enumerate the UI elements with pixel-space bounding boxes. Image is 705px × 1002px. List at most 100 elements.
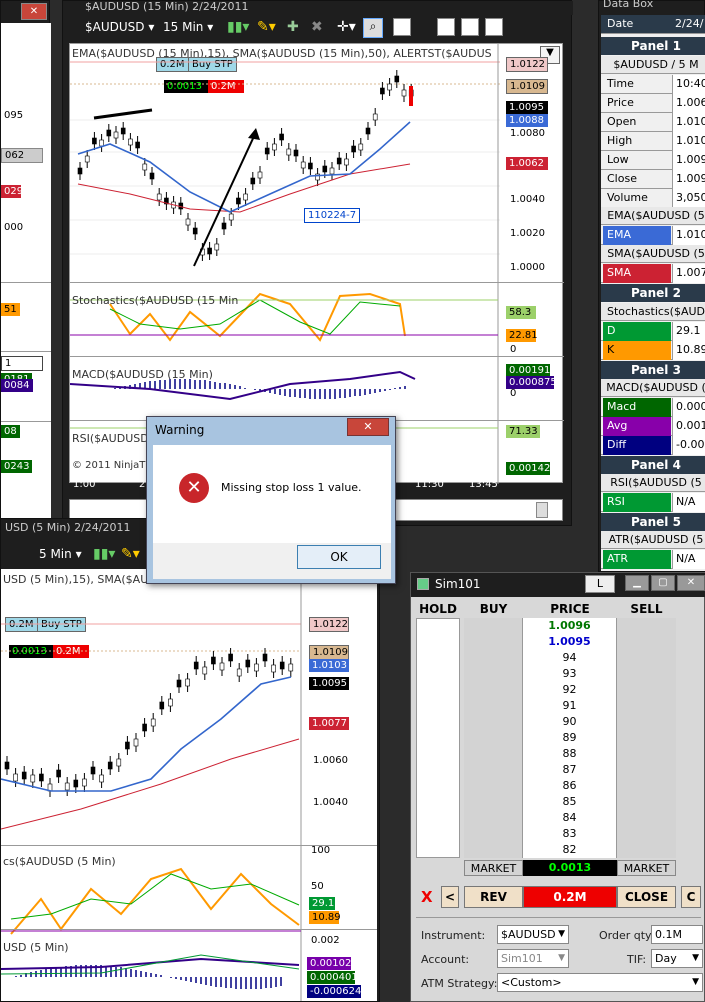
buy-cell[interactable]	[464, 618, 523, 634]
buy-cell[interactable]	[464, 634, 523, 650]
reverse-button[interactable]: REV	[464, 886, 523, 908]
tab-l-button[interactable]: L	[585, 575, 615, 593]
close-button[interactable]: CLOSE	[617, 886, 676, 908]
ok-button[interactable]: OK	[297, 545, 381, 569]
buy-cell[interactable]	[464, 666, 523, 682]
price-cell[interactable]: 92	[523, 682, 617, 698]
sell-cell[interactable]	[617, 666, 676, 682]
buy-cell[interactable]	[464, 650, 523, 666]
price-cell[interactable]: 87	[523, 762, 617, 778]
sell-cell[interactable]	[617, 634, 676, 650]
close-icon[interactable]: ✕	[21, 3, 47, 20]
buy-cell[interactable]	[464, 698, 523, 714]
macd-diff-tag: -0.000624	[307, 985, 361, 998]
sell-cell[interactable]	[617, 842, 676, 858]
price-cell[interactable]: 82	[523, 842, 617, 858]
data-series-icon[interactable]	[461, 18, 479, 36]
sell-cell[interactable]	[617, 762, 676, 778]
drawing-annotation[interactable]: 110224-7	[304, 208, 361, 223]
candle-body	[219, 662, 225, 671]
maximize-icon[interactable]: ▢	[651, 575, 675, 591]
sell-cell[interactable]	[617, 826, 676, 842]
tif-select[interactable]: Day ▼	[651, 949, 703, 968]
ladder-row: 83	[464, 826, 676, 842]
price-cell[interactable]: 90	[523, 714, 617, 730]
stoch-title: cs($AUDUSD (5 Min)	[3, 855, 116, 868]
crosshair-icon[interactable]: ✛▾	[337, 19, 356, 35]
scroll-thumb[interactable]	[536, 502, 548, 518]
price-cell[interactable]: 83	[523, 826, 617, 842]
d-row: D 29.1	[601, 322, 705, 341]
price-cell[interactable]: 84	[523, 810, 617, 826]
chevron-down-icon: ▼	[692, 977, 699, 987]
price-axis-tick: 1.0060	[313, 755, 348, 766]
price-cell[interactable]: 1.0095	[523, 634, 617, 650]
dialog-body: ✕ Missing stop loss 1 value.	[153, 445, 391, 543]
buy-cell[interactable]	[464, 826, 523, 842]
sell-cell[interactable]	[617, 714, 676, 730]
buy-cell[interactable]	[464, 746, 523, 762]
buy-cell[interactable]	[464, 842, 523, 858]
bar-type-icon[interactable]: ▮▮▾	[93, 546, 115, 562]
panel-divider	[1, 929, 377, 930]
dialog-close-button[interactable]: ✕	[347, 418, 389, 436]
price-cell[interactable]: 1.0096	[523, 618, 617, 634]
sell-cell[interactable]	[617, 778, 676, 794]
add-indicator-icon[interactable]: ✚	[287, 19, 299, 35]
chart-style-icon[interactable]	[437, 18, 455, 36]
close-icon[interactable]: ✕	[677, 575, 705, 591]
remove-icon[interactable]: ✖	[311, 19, 323, 35]
scroll-left-button[interactable]: <	[441, 886, 459, 908]
zoom-icon[interactable]: ⌕	[363, 18, 383, 38]
price-cell[interactable]: 91	[523, 698, 617, 714]
minimize-icon[interactable]: ▁	[625, 575, 649, 591]
atr-row: ATR N/A	[601, 550, 705, 569]
price-cell[interactable]: 88	[523, 746, 617, 762]
price-tag-sma: 1.0062	[506, 157, 548, 170]
sell-cell[interactable]	[617, 794, 676, 810]
data-value: 1.010	[672, 132, 705, 151]
pencil-icon[interactable]: ✎▾	[121, 546, 140, 562]
price-cell[interactable]: 94	[523, 650, 617, 666]
buy-market-button[interactable]: MARKET	[464, 860, 523, 876]
candle-body	[380, 87, 385, 95]
candle-body	[272, 143, 277, 151]
sell-market-button[interactable]: MARKET	[617, 860, 676, 876]
properties-icon[interactable]	[393, 18, 411, 36]
price-cell[interactable]: 86	[523, 778, 617, 794]
buy-cell[interactable]	[464, 778, 523, 794]
price-cell[interactable]: 93	[523, 666, 617, 682]
sell-cell[interactable]	[617, 618, 676, 634]
candle-body	[4, 761, 10, 770]
sell-cell[interactable]	[617, 650, 676, 666]
sell-cell[interactable]	[617, 698, 676, 714]
sell-cell[interactable]	[617, 746, 676, 762]
sell-cell[interactable]	[617, 810, 676, 826]
close-position-x-icon[interactable]: X	[421, 888, 433, 906]
instrument-selector[interactable]: $AUDUSD ▾	[85, 20, 154, 34]
pencil-icon[interactable]: ✎▾	[257, 19, 276, 35]
candle-body	[133, 738, 139, 747]
price-cell[interactable]: 89	[523, 730, 617, 746]
instrument-select[interactable]: $AUDUSD ▼	[497, 925, 569, 944]
price-cell[interactable]: 85	[523, 794, 617, 810]
account-select[interactable]: Sim101 ▼	[497, 949, 569, 968]
interval-selector[interactable]: 5 Min ▾	[39, 547, 82, 561]
buy-cell[interactable]	[464, 682, 523, 698]
order-qty-input[interactable]: 0.1M	[651, 925, 703, 944]
price-axis-tick: 1.0040	[510, 194, 545, 205]
sell-cell[interactable]	[617, 730, 676, 746]
data-label: Price	[607, 96, 634, 109]
window-menu-icon[interactable]	[485, 18, 503, 36]
bar-type-icon[interactable]: ▮▮▾	[227, 19, 249, 35]
interval-selector[interactable]: 15 Min ▾	[163, 20, 213, 34]
date-row: Date 2/24/	[601, 15, 705, 34]
buy-cell[interactable]	[464, 714, 523, 730]
atm-strategy-select[interactable]: <Custom> ▼	[497, 973, 703, 992]
sell-cell[interactable]	[617, 682, 676, 698]
buy-cell[interactable]	[464, 762, 523, 778]
buy-cell[interactable]	[464, 810, 523, 826]
buy-cell[interactable]	[464, 730, 523, 746]
cancel-all-button[interactable]: C	[681, 886, 701, 908]
buy-cell[interactable]	[464, 794, 523, 810]
